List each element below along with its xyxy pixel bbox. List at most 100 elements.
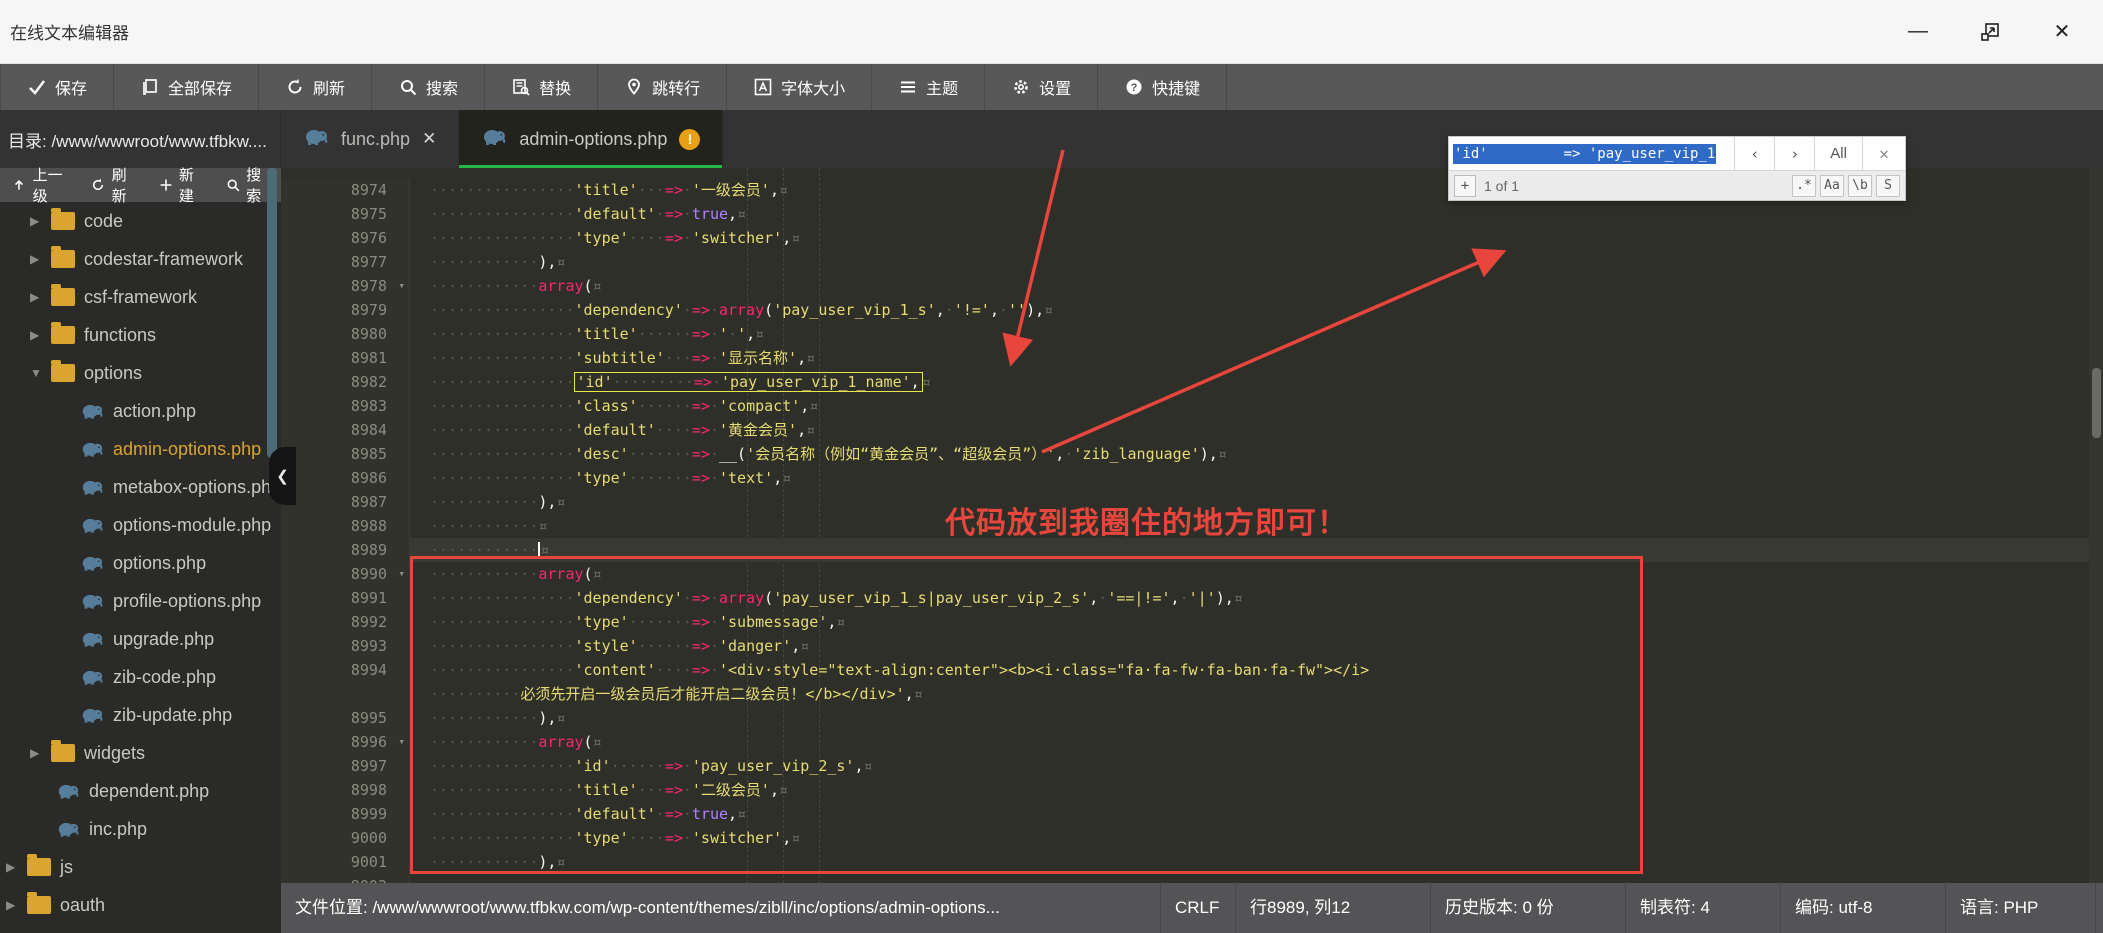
code-line-content[interactable]: ················'id'·········=>·'pay_use…	[410, 370, 2103, 394]
tree-item-label: inc.php	[89, 819, 147, 840]
tree-file-dependent.php[interactable]: dependent.php	[0, 772, 281, 810]
tree-file-upgrade.php[interactable]: upgrade.php	[0, 620, 281, 658]
code-line-content[interactable]: ················'default'·=>·true,¤	[410, 802, 2103, 826]
tree-file-options-module.php[interactable]: options-module.php	[0, 506, 281, 544]
tree-file-admin-options.php[interactable]: admin-options.php	[0, 430, 281, 468]
caret-right-icon[interactable]: ▶	[30, 214, 42, 228]
editor-scrollbar-thumb[interactable]	[2092, 368, 2101, 438]
tree-file-profile-options.php[interactable]: profile-options.php	[0, 582, 281, 620]
code-token: ····	[656, 661, 692, 679]
code-line-content[interactable]: ················'dependency'·=>·array('p…	[410, 586, 2103, 610]
code-line-content[interactable]: ············array(¤	[410, 562, 2103, 586]
code-line-content[interactable]: ················'dependency'·=>·array('p…	[410, 298, 2103, 322]
code-line-content[interactable]: ············¤	[410, 874, 2103, 883]
tab-admin-options.php[interactable]: admin-options.php!	[459, 110, 723, 168]
search-close-icon[interactable]: ✕	[1863, 137, 1905, 170]
code-line-content[interactable]: ············¤	[410, 514, 2103, 538]
tree-file-inc.php[interactable]: inc.php	[0, 810, 281, 848]
code-line-content[interactable]: ············),¤	[410, 850, 2103, 874]
code-line-content[interactable]: ················'title'······=>·'·',¤	[410, 322, 2103, 346]
explorer-toolbar-plus[interactable]: 新建	[146, 168, 213, 202]
search-option-b[interactable]: \b	[1848, 175, 1872, 197]
code-line-content[interactable]: ················'class'······=>·'compact…	[410, 394, 2103, 418]
toolbar-button-refresh[interactable]: 刷新	[259, 64, 372, 110]
caret-right-icon[interactable]: ▶	[30, 746, 42, 760]
fold-arrow-icon[interactable]: ▾	[398, 730, 405, 754]
code-line-content[interactable]: ················'default'·=>·true,¤	[410, 202, 2103, 226]
code-line-content[interactable]: ············¤	[410, 538, 2103, 562]
tree-folder-csf-framework[interactable]: ▶csf-framework	[0, 278, 281, 316]
toolbar-button-menu[interactable]: 主题	[872, 64, 985, 110]
toolbar-button-gear[interactable]: 设置	[985, 64, 1098, 110]
search-option-Aa[interactable]: Aa	[1820, 175, 1844, 197]
tree-file-zib-code.php[interactable]: zib-code.php	[0, 658, 281, 696]
code-line-content[interactable]: ················'type'····=>·'switcher',…	[410, 826, 2103, 850]
code-line-content[interactable]: ············array(¤	[410, 274, 2103, 298]
toolbar-button-help[interactable]: ?快捷键	[1098, 64, 1227, 110]
tree-file-zib-update.php[interactable]: zib-update.php	[0, 696, 281, 734]
toolbar-button-replace[interactable]: 替换	[485, 64, 598, 110]
code-line-content[interactable]: ············),¤	[410, 250, 2103, 274]
code-line-content[interactable]: ················'default'····=>·'黄金会员',¤	[410, 418, 2103, 442]
fold-arrow-icon[interactable]: ▾	[398, 562, 405, 586]
code-token: ¤	[800, 637, 809, 655]
search-next-button[interactable]: ›	[1775, 137, 1815, 170]
code-line-content[interactable]: ············array(¤	[410, 730, 2103, 754]
caret-down-icon[interactable]: ▼	[30, 366, 42, 380]
caret-right-icon[interactable]: ▶	[6, 898, 18, 912]
toolbar-button-fontsize[interactable]: 字体大小	[727, 64, 872, 110]
code-line-content[interactable]: ············),¤	[410, 706, 2103, 730]
editor-scrollbar[interactable]	[2089, 168, 2103, 883]
search-prev-button[interactable]: ‹	[1735, 137, 1775, 170]
code-line-content[interactable]: ················'id'······=>·'pay_user_v…	[410, 754, 2103, 778]
toolbar-button-magnifier[interactable]: 搜索	[372, 64, 485, 110]
tree-folder-widgets[interactable]: ▶widgets	[0, 734, 281, 772]
search-option-S[interactable]: S	[1876, 175, 1900, 197]
code-line-content[interactable]: ················'subtitle'···=>·'显示名称',¤	[410, 346, 2103, 370]
toolbar-button-copy[interactable]: 全部保存	[114, 64, 259, 110]
maximize-icon[interactable]	[1977, 19, 2003, 45]
caret-right-icon[interactable]: ▶	[30, 328, 42, 342]
tree-folder-options[interactable]: ▼options	[0, 354, 281, 392]
code-line-content[interactable]: ················'content'····=>·'<div·st…	[410, 658, 2103, 682]
code-line-content[interactable]: ················'type'·······=>·'text',¤	[410, 466, 2103, 490]
toolbar-button-check[interactable]: 保存	[0, 64, 114, 110]
line-number: 8989	[281, 538, 410, 562]
explorer-toolbar-refresh[interactable]: 刷新	[79, 168, 146, 202]
minimize-icon[interactable]: —	[1905, 19, 1931, 45]
code-line-content[interactable]: ················'desc'·······=>·__('会员名称…	[410, 442, 2103, 466]
sidebar-collapse-button[interactable]: ❮	[269, 447, 296, 505]
tree-folder-code[interactable]: ▶code	[0, 202, 281, 240]
search-option-[interactable]: .*	[1792, 175, 1816, 197]
code-token: (	[584, 565, 593, 583]
code-line-content[interactable]: ················'title'···=>·'二级会员',¤	[410, 778, 2103, 802]
code-token: ················	[430, 181, 575, 199]
tab-func.php[interactable]: func.php✕	[281, 110, 459, 168]
code-line-content[interactable]: ················'type'·······=>·'submess…	[410, 610, 2103, 634]
tree-file-action.php[interactable]: action.php	[0, 392, 281, 430]
code-line-content[interactable]: ············),¤	[410, 490, 2103, 514]
tree-folder-codestar-framework[interactable]: ▶codestar-framework	[0, 240, 281, 278]
code-editor[interactable]: 8974················'title'···=>·'一级会员',…	[281, 168, 2103, 883]
tab-close-icon[interactable]: ✕	[422, 129, 436, 149]
tree-folder-oauth[interactable]: ▶oauth	[0, 886, 281, 924]
tree-file-options.php[interactable]: options.php	[0, 544, 281, 582]
sidebar-scrollbar[interactable]	[267, 168, 277, 458]
code-line-content[interactable]: ················'type'····=>·'switcher',…	[410, 226, 2103, 250]
tree-folder-js[interactable]: ▶js	[0, 848, 281, 886]
caret-right-icon[interactable]: ▶	[6, 860, 18, 874]
close-icon[interactable]: ✕	[2049, 19, 2075, 45]
tree-folder-functions[interactable]: ▶functions	[0, 316, 281, 354]
caret-right-icon[interactable]: ▶	[30, 290, 42, 304]
tree-file-metabox-options.php[interactable]: metabox-options.php	[0, 468, 281, 506]
search-input[interactable]: 'id' => 'pay_user_vip_1	[1449, 137, 1735, 170]
search-add-button[interactable]: +	[1454, 175, 1476, 197]
code-token: 'text'	[719, 469, 773, 487]
code-line-content[interactable]: ··········必须先开启一级会员后才能开启二级会员！</b></div>'…	[410, 682, 2103, 706]
caret-right-icon[interactable]: ▶	[30, 252, 42, 266]
fold-arrow-icon[interactable]: ▾	[398, 274, 405, 298]
explorer-toolbar-up[interactable]: 上一级	[0, 168, 79, 202]
code-line-content[interactable]: ················'style'······=>·'danger'…	[410, 634, 2103, 658]
search-all-button[interactable]: All	[1815, 137, 1863, 170]
toolbar-button-pin[interactable]: 跳转行	[598, 64, 727, 110]
